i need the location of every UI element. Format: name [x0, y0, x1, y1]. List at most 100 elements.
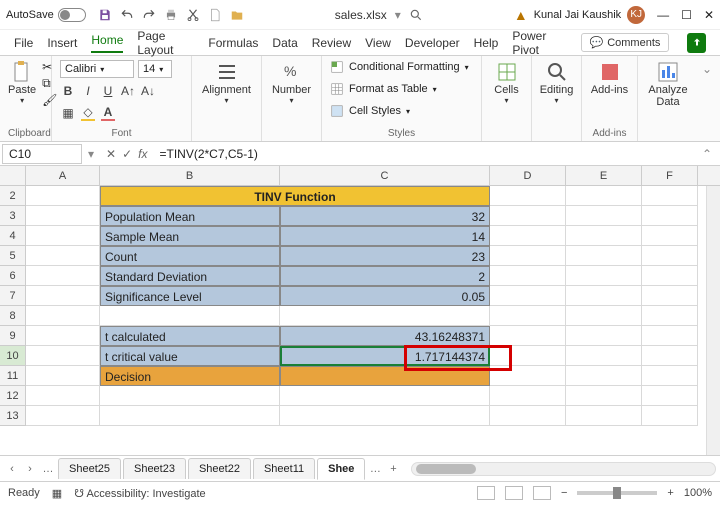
label-cell[interactable]: Standard Deviation — [100, 266, 280, 286]
col-header-C[interactable]: C — [280, 166, 490, 185]
cell[interactable] — [490, 386, 566, 406]
value-cell[interactable]: 23 — [280, 246, 490, 266]
cell[interactable] — [490, 286, 566, 306]
cell[interactable] — [490, 326, 566, 346]
title-cell[interactable]: TINV Function — [100, 186, 490, 206]
sheet-nav-more[interactable]: … — [40, 463, 56, 475]
cell[interactable] — [566, 286, 642, 306]
scrollbar-thumb[interactable] — [416, 464, 476, 474]
border-button[interactable]: ▦ — [60, 105, 76, 121]
cell[interactable] — [566, 226, 642, 246]
cell[interactable] — [26, 286, 100, 306]
cell[interactable] — [490, 246, 566, 266]
cell[interactable] — [642, 226, 698, 246]
share-button[interactable] — [687, 33, 706, 53]
undo-icon[interactable] — [120, 8, 134, 22]
cell[interactable] — [642, 386, 698, 406]
cell[interactable] — [26, 386, 100, 406]
cell[interactable] — [100, 386, 280, 406]
row-header[interactable]: 12 — [0, 386, 26, 406]
cancel-formula-icon[interactable]: ✕ — [106, 147, 116, 161]
cell[interactable] — [26, 366, 100, 386]
bold-button[interactable]: B — [60, 83, 76, 99]
cell[interactable] — [100, 406, 280, 426]
sheet-tab-active[interactable]: Shee — [317, 458, 365, 480]
label-cell[interactable]: t critical value — [100, 346, 280, 366]
cell[interactable] — [566, 306, 642, 326]
label-cell[interactable]: Significance Level — [100, 286, 280, 306]
col-header-D[interactable]: D — [490, 166, 566, 185]
tab-insert[interactable]: Insert — [47, 36, 77, 50]
tab-powerpivot[interactable]: Power Pivot — [512, 29, 566, 57]
cell[interactable] — [566, 266, 642, 286]
row-header[interactable]: 3 — [0, 206, 26, 226]
conditional-formatting-button[interactable]: Conditional Formatting▾ — [330, 60, 473, 74]
cell[interactable] — [26, 226, 100, 246]
zoom-in-button[interactable]: + — [667, 487, 673, 499]
row-header[interactable]: 13 — [0, 406, 26, 426]
select-all-corner[interactable] — [0, 166, 26, 185]
col-header-A[interactable]: A — [26, 166, 100, 185]
cell[interactable] — [280, 306, 490, 326]
selected-cell[interactable]: 1.717144374 — [280, 346, 490, 366]
close-icon[interactable]: ✕ — [704, 8, 714, 22]
tab-pagelayout[interactable]: Page Layout — [137, 29, 194, 57]
tab-formulas[interactable]: Formulas — [208, 36, 258, 50]
increase-font-icon[interactable]: A↑ — [120, 83, 136, 99]
view-normal-icon[interactable] — [477, 486, 495, 500]
namebox-chevron-icon[interactable]: ▾ — [84, 147, 98, 161]
title-chevron-icon[interactable]: ▾ — [395, 8, 401, 22]
label-cell[interactable]: Decision — [100, 366, 280, 386]
tab-review[interactable]: Review — [312, 36, 351, 50]
expand-formula-icon[interactable]: ⌃ — [694, 147, 720, 161]
add-sheet-button[interactable]: + — [385, 463, 401, 475]
cell[interactable] — [566, 326, 642, 346]
zoom-slider[interactable] — [577, 491, 657, 495]
print-icon[interactable] — [164, 8, 178, 22]
row-header[interactable]: 11 — [0, 366, 26, 386]
font-name-select[interactable]: Calibri▾ — [60, 60, 134, 78]
search-icon[interactable] — [409, 8, 423, 22]
sheet-tab-overflow[interactable]: … — [367, 463, 383, 475]
italic-button[interactable]: I — [80, 83, 96, 99]
cell[interactable] — [566, 346, 642, 366]
maximize-icon[interactable]: ☐ — [681, 8, 692, 22]
label-cell[interactable]: Sample Mean — [100, 226, 280, 246]
cell[interactable] — [490, 306, 566, 326]
format-as-table-button[interactable]: Format as Table▾ — [330, 82, 473, 96]
row-header[interactable]: 8 — [0, 306, 26, 326]
value-cell[interactable]: 43.16248371 — [280, 326, 490, 346]
value-cell[interactable]: 0.05 — [280, 286, 490, 306]
sheet-tab[interactable]: Sheet11 — [253, 458, 315, 479]
cells-button[interactable]: Cells ▾ — [490, 60, 523, 105]
col-header-F[interactable]: F — [642, 166, 698, 185]
autosave-toggle[interactable]: AutoSave — [6, 8, 86, 22]
cut-icon[interactable] — [186, 8, 200, 22]
macro-icon[interactable]: ▦ — [52, 487, 62, 500]
cell[interactable] — [642, 346, 698, 366]
cell[interactable] — [26, 326, 100, 346]
collapse-ribbon-button[interactable]: ⌄ — [698, 56, 716, 141]
col-header-E[interactable]: E — [566, 166, 642, 185]
row-header[interactable]: 9 — [0, 326, 26, 346]
minimize-icon[interactable]: — — [657, 8, 669, 22]
cell[interactable] — [490, 186, 566, 206]
enter-formula-icon[interactable]: ✓ — [122, 147, 132, 161]
cell[interactable] — [490, 346, 566, 366]
cell[interactable] — [642, 246, 698, 266]
cell[interactable] — [26, 346, 100, 366]
cell[interactable] — [642, 326, 698, 346]
sheet-tab[interactable]: Sheet25 — [58, 458, 121, 479]
zoom-out-button[interactable]: − — [561, 487, 567, 499]
cell[interactable] — [26, 406, 100, 426]
cell[interactable] — [280, 386, 490, 406]
row-header[interactable]: 5 — [0, 246, 26, 266]
label-cell[interactable]: Count — [100, 246, 280, 266]
editing-button[interactable]: Editing ▾ — [540, 60, 573, 105]
new-file-icon[interactable] — [208, 8, 222, 22]
col-header-B[interactable]: B — [100, 166, 280, 185]
tab-help[interactable]: Help — [474, 36, 499, 50]
cell[interactable] — [566, 186, 642, 206]
cell[interactable] — [642, 406, 698, 426]
cell[interactable] — [642, 306, 698, 326]
